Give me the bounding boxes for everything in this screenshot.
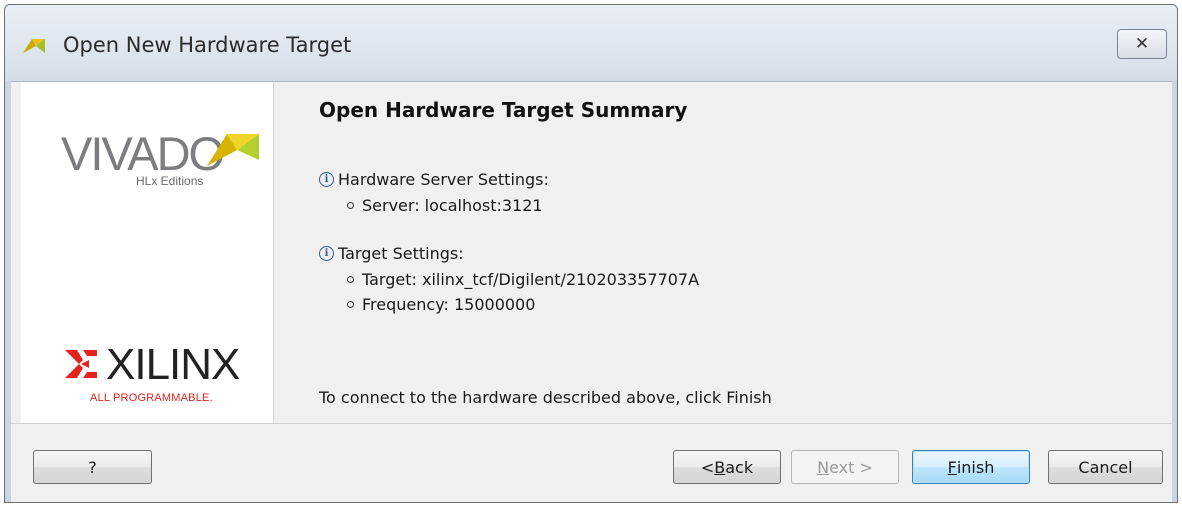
wizard-body: VIVADO HLx Editions XILINX ALL PROGRAMMA… (11, 81, 1172, 424)
help-button[interactable]: ? (33, 450, 152, 484)
help-label: ? (88, 457, 97, 477)
back-button[interactable]: < Back (673, 450, 781, 484)
summary-content: Open Hardware Target Summary i Hardware … (311, 82, 1172, 424)
back-label-prefix: < (700, 457, 715, 477)
list-item: Target: xilinx_tcf/Digilent/210203357707… (347, 270, 699, 289)
vivado-edition-text: HLx Editions (136, 174, 204, 188)
window-title: Open New Hardware Target (63, 33, 352, 57)
vivado-logo-icon (207, 134, 259, 166)
server-value: Server: localhost:3121 (362, 196, 543, 215)
bullet-icon (347, 276, 354, 283)
finish-label-rest: inish (956, 457, 995, 477)
xilinx-logo-icon (65, 350, 97, 378)
finish-button[interactable]: Finish (912, 450, 1030, 484)
bullet-icon (347, 301, 354, 308)
section-header-server: i Hardware Server Settings: (319, 170, 549, 189)
xilinx-logo: XILINX ALL PROGRAMMABLE. (63, 340, 263, 410)
page-title: Open Hardware Target Summary (319, 98, 688, 122)
list-item: Frequency: 15000000 (347, 295, 535, 314)
next-button[interactable]: Next > (791, 450, 899, 484)
back-label-rest: ack (725, 457, 754, 477)
xilinx-tagline: ALL PROGRAMMABLE. (90, 392, 213, 404)
section-title: Target Settings: (338, 244, 464, 263)
finish-instruction: To connect to the hardware described abo… (319, 388, 772, 407)
list-item: Server: localhost:3121 (347, 196, 543, 215)
frequency-value: Frequency: 15000000 (362, 295, 536, 314)
section-title: Hardware Server Settings: (338, 170, 549, 189)
dialog-window: Open New Hardware Target ✕ VIVADO HLx Ed… (4, 4, 1178, 503)
info-icon: i (319, 172, 334, 187)
cancel-button[interactable]: Cancel (1048, 450, 1163, 484)
section-header-target: i Target Settings: (319, 244, 464, 263)
back-label-mnemonic: B (714, 457, 726, 477)
target-value: Target: xilinx_tcf/Digilent/210203357707… (362, 270, 700, 289)
button-bar: ? < Back Next > Finish Cancel (11, 423, 1172, 502)
cancel-label: Cancel (1078, 457, 1133, 477)
next-label-rest: ext > (829, 457, 873, 477)
finish-label-mnemonic: F (947, 457, 957, 477)
bullet-icon (347, 202, 354, 209)
close-button[interactable]: ✕ (1117, 29, 1167, 59)
info-icon: i (319, 246, 334, 261)
xilinx-logo-text: XILINX (106, 340, 240, 389)
vivado-app-icon (23, 39, 45, 53)
title-bar[interactable]: Open New Hardware Target ✕ (5, 5, 1177, 81)
next-label-mnemonic: N (817, 457, 830, 477)
vivado-logo: VIVADO HLx Editions (61, 126, 271, 216)
vivado-logo-text: VIVADO (61, 127, 225, 180)
branding-panel: VIVADO HLx Editions XILINX ALL PROGRAMMA… (21, 82, 274, 424)
close-icon: ✕ (1134, 34, 1150, 54)
